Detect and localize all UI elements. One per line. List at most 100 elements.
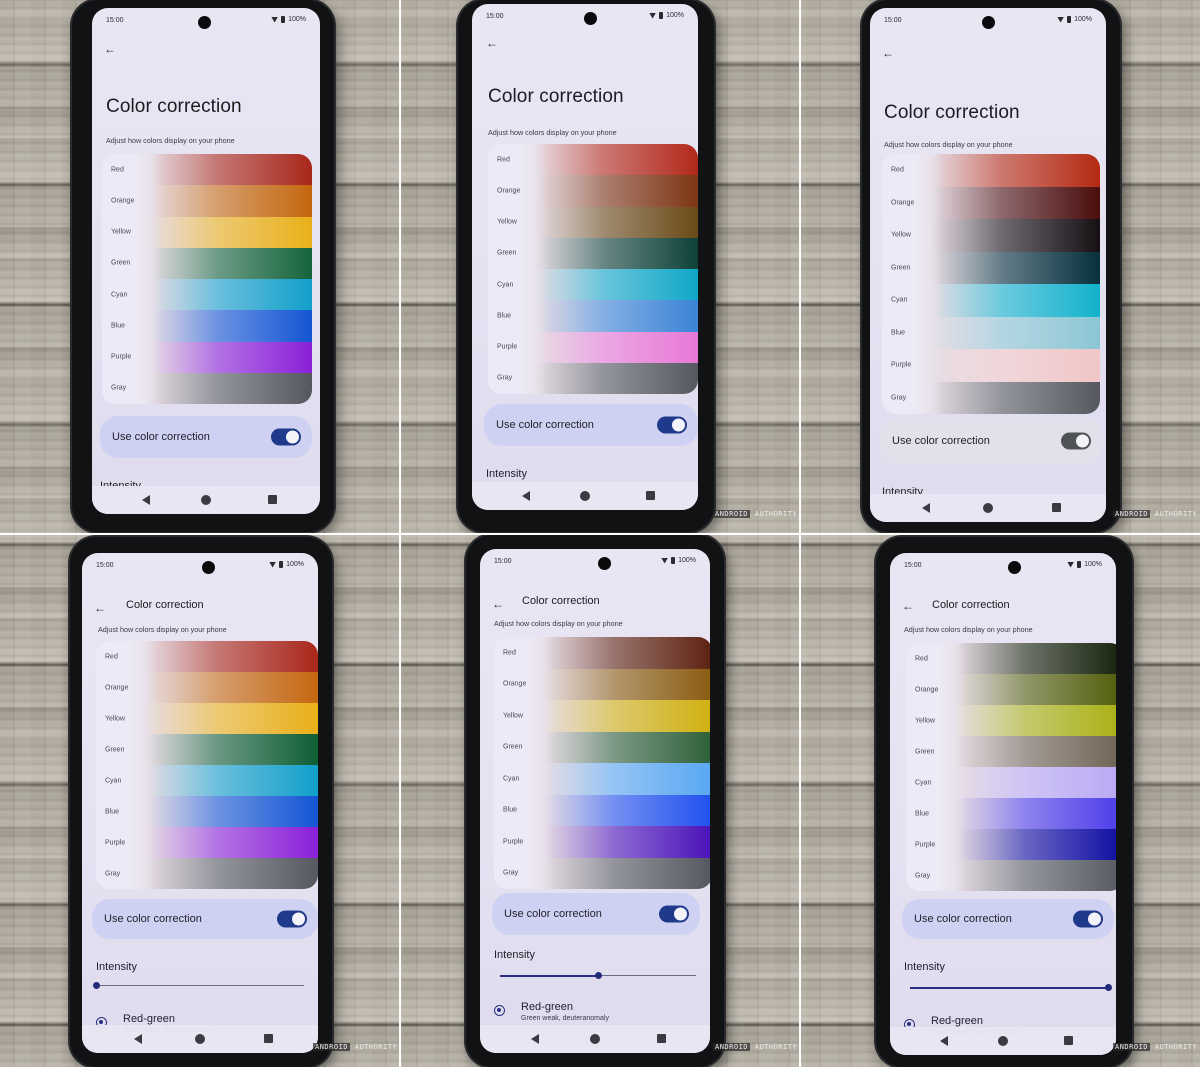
page-subtitle: Adjust how colors display on your phone [106,136,235,145]
nav-home-icon[interactable] [590,1034,600,1044]
mode-title: Red-green [521,1001,573,1013]
slider-track [96,985,304,986]
swatch-label: Green [891,264,911,272]
page-title: Color correction [932,599,1010,611]
mode-description: Green weak, deuteranomaly [521,1015,609,1022]
swatch-label: Gray [891,394,907,402]
nav-back-icon[interactable] [530,1034,539,1044]
front-camera [1008,561,1021,574]
intensity-label: Intensity [494,949,535,961]
nav-home-icon[interactable] [195,1034,205,1044]
page-subtitle: Adjust how colors display on your phone [98,625,227,634]
intensity-label: Intensity [96,961,137,973]
color-correction-switch[interactable] [1073,910,1103,928]
use-color-correction-row[interactable]: Use color correction [484,404,698,446]
nav-back-icon[interactable] [133,1034,142,1044]
nav-recents-icon[interactable] [646,491,656,500]
nav-home-icon[interactable] [580,491,590,501]
swatch-label: Red [891,166,904,174]
back-arrow-icon[interactable]: ← [882,46,894,60]
slider-thumb[interactable] [595,972,602,979]
swatch-label: Purple [891,361,912,369]
nav-recents-icon[interactable] [1064,1036,1074,1045]
use-color-correction-row[interactable]: Use color correction [880,418,1102,464]
color-preview-palette: Red Orange Yellow Green Cyan Blue Purple Gray [494,637,710,889]
intensity-label: Intensity [904,961,945,973]
battery-icon [279,561,284,568]
use-color-correction-row[interactable]: Use color correction [100,416,312,458]
switch-knob [1076,434,1089,448]
swatch-label: Blue [915,810,930,817]
color-correction-switch[interactable] [271,428,301,446]
swatch-label: Green [503,743,523,751]
back-arrow-icon[interactable]: ← [492,597,504,611]
color-correction-switch[interactable] [277,910,307,928]
watermark: ANDROID AUTHORITY [713,1043,797,1051]
use-color-correction-row[interactable]: Use color correction [902,899,1114,939]
nav-back-icon[interactable] [142,495,151,505]
front-camera [584,12,597,25]
nav-recents-icon[interactable] [657,1034,667,1043]
swatch-label: Gray [915,872,931,879]
slider-thumb[interactable] [1105,984,1112,991]
status-icons: 100% [271,16,306,23]
watermark-brand-b: AUTHORITY [754,1043,798,1051]
radio-selected-icon[interactable] [494,1005,505,1016]
nav-home-icon[interactable] [983,503,993,513]
nav-recents-icon[interactable] [267,495,277,504]
photo-panel-top-center: 15:00 100% ← Color correction Adjust how… [400,0,800,533]
navigation-bar [480,1025,710,1053]
swatch-label: Orange [891,199,915,207]
navigation-bar [890,1027,1116,1055]
page-title: Color correction [126,599,204,611]
swatch-label: Blue [111,322,126,330]
swatch-label: Orange [105,684,129,691]
status-bar: 15:00 100% [870,8,1106,30]
watermark: ANDROID AUTHORITY [1113,510,1197,518]
color-preview-palette: Red Orange Yellow Green Cyan Blue Purple Gray [96,641,318,889]
intensity-slider[interactable] [910,983,1112,993]
switch-knob [672,418,685,432]
watermark: ANDROID AUTHORITY [1113,1043,1197,1051]
nav-home-icon[interactable] [201,495,211,505]
nav-back-icon[interactable] [939,1036,948,1046]
swatch-label: Purple [497,343,518,351]
back-arrow-icon[interactable]: ← [486,36,498,50]
wifi-icon [661,557,669,564]
use-color-correction-row[interactable]: Use color correction [92,899,318,939]
mode-title: Red-green [123,1013,175,1025]
color-correction-switch[interactable] [1061,432,1091,450]
swatch-label: Orange [915,686,939,693]
nav-home-icon[interactable] [998,1036,1008,1046]
status-icons: 100% [269,561,304,568]
status-icons: 100% [649,12,684,19]
phone-screen: 15:00 100% ← Color correction Adjust how… [480,549,710,1053]
back-arrow-icon[interactable]: ← [104,42,116,56]
nav-recents-icon[interactable] [263,1034,273,1043]
grid-divider-horizontal [0,533,1200,535]
color-preview-palette: Red Orange Yellow Green Cyan Blue Purple Gray [906,643,1116,891]
swatch-label: Green [105,746,125,753]
status-icons: 100% [661,557,696,564]
nav-back-icon[interactable] [921,503,930,513]
phone-screen: 15:00 100% ← Color correction Adjust how… [92,8,320,514]
back-arrow-icon[interactable]: ← [902,599,914,613]
watermark-brand-a: ANDROID [313,1043,351,1051]
mode-option-red-green[interactable]: Red-green Green weak, deuteranomaly [494,1001,694,1025]
status-time: 15:00 [884,17,902,24]
intensity-slider[interactable] [93,981,304,991]
nav-recents-icon[interactable] [1051,503,1061,512]
battery-icon [1067,16,1072,23]
nav-back-icon[interactable] [521,491,530,501]
use-color-correction-row[interactable]: Use color correction [492,893,700,935]
phone-device: 15:00 100% ← Color correction Adjust how… [458,0,714,532]
back-arrow-icon[interactable]: ← [94,601,106,615]
color-correction-switch[interactable] [659,905,689,923]
color-preview-palette: Red Orange Yellow Green Cyan Blue Purple Gray [102,154,312,404]
watermark-brand-a: ANDROID [1113,510,1151,518]
slider-thumb[interactable] [93,982,100,989]
palette-fade [488,144,548,394]
swatch-label: Gray [503,869,519,877]
color-correction-switch[interactable] [657,416,687,434]
intensity-slider[interactable] [500,971,696,981]
